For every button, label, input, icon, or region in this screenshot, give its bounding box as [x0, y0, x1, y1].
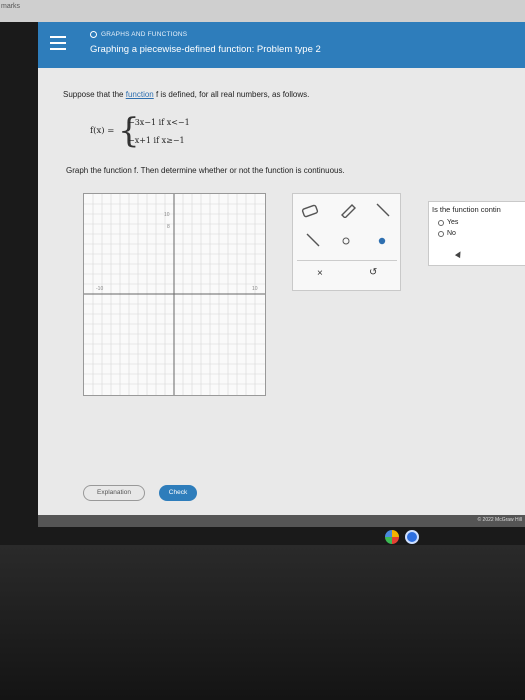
problem-text: Suppose that the [63, 90, 126, 99]
top-strip-text: marks [1, 3, 21, 10]
clear-icon[interactable]: × [317, 268, 323, 279]
line-segment-icon[interactable] [375, 202, 391, 221]
problem-statement: Suppose that the function f is defined, … [63, 90, 309, 99]
y-tick-label-8: 8 [167, 224, 170, 230]
category-row: GRAPHS AND FUNCTIONS [90, 31, 187, 38]
option-no-label: No [447, 230, 456, 237]
toolbox-divider [297, 260, 397, 261]
piece-case-2: −x+1 if x≥−1 [128, 136, 185, 145]
piece-case-1: −3x−1 if x<−1 [128, 118, 190, 127]
copyright-text: © 2022 McGraw Hill [477, 517, 522, 523]
problem-area: Suppose that the function f is defined, … [38, 68, 525, 515]
undo-icon[interactable]: ↺ [369, 267, 377, 278]
pencil-icon[interactable] [339, 202, 357, 221]
instruction-text: Graph the function f. Then determine whe… [66, 166, 345, 175]
radio-yes[interactable] [438, 219, 444, 226]
check-button[interactable]: Check [159, 485, 197, 501]
x-tick-label-left: -10 [96, 286, 103, 292]
app-icon[interactable] [405, 530, 419, 544]
radio-no[interactable] [438, 230, 444, 237]
graph-grid[interactable]: 10 8 -10 10 [84, 194, 265, 395]
system-tray [385, 530, 419, 544]
continuity-question: Is the function contin [432, 205, 501, 214]
y-tick-label-top: 10 [164, 212, 170, 218]
explanation-button[interactable]: Explanation [83, 485, 145, 501]
category-label: GRAPHS AND FUNCTIONS [101, 31, 188, 38]
app-header: GRAPHS AND FUNCTIONS Graphing a piecewis… [38, 22, 525, 68]
eraser-icon[interactable] [301, 204, 319, 221]
footer-bar: © 2022 McGraw Hill [38, 515, 525, 527]
circle-icon [90, 31, 97, 38]
chrome-icon[interactable] [385, 530, 399, 544]
browser-top-strip: marks [0, 0, 525, 22]
option-no[interactable]: No [438, 230, 456, 237]
problem-text-2: f is defined, for all real numbers, as f… [153, 90, 310, 99]
graph-canvas[interactable]: 10 8 -10 10 [83, 193, 266, 396]
option-yes-label: Yes [447, 219, 459, 226]
monitor-bezel [0, 545, 525, 700]
function-link[interactable]: function [126, 90, 154, 99]
function-label: f(x) = [90, 126, 115, 136]
ray-icon[interactable] [305, 232, 323, 251]
closed-point-icon[interactable] [377, 236, 387, 249]
graph-toolbox: × ↺ [292, 193, 401, 291]
continuity-question-panel: Is the function contin Yes No [428, 201, 525, 266]
x-tick-label-right: 10 [252, 286, 258, 292]
menu-icon[interactable] [50, 36, 66, 50]
page-title: Graphing a piecewise-defined function: P… [90, 44, 321, 55]
open-point-icon[interactable] [341, 236, 351, 249]
option-yes[interactable]: Yes [438, 219, 458, 226]
